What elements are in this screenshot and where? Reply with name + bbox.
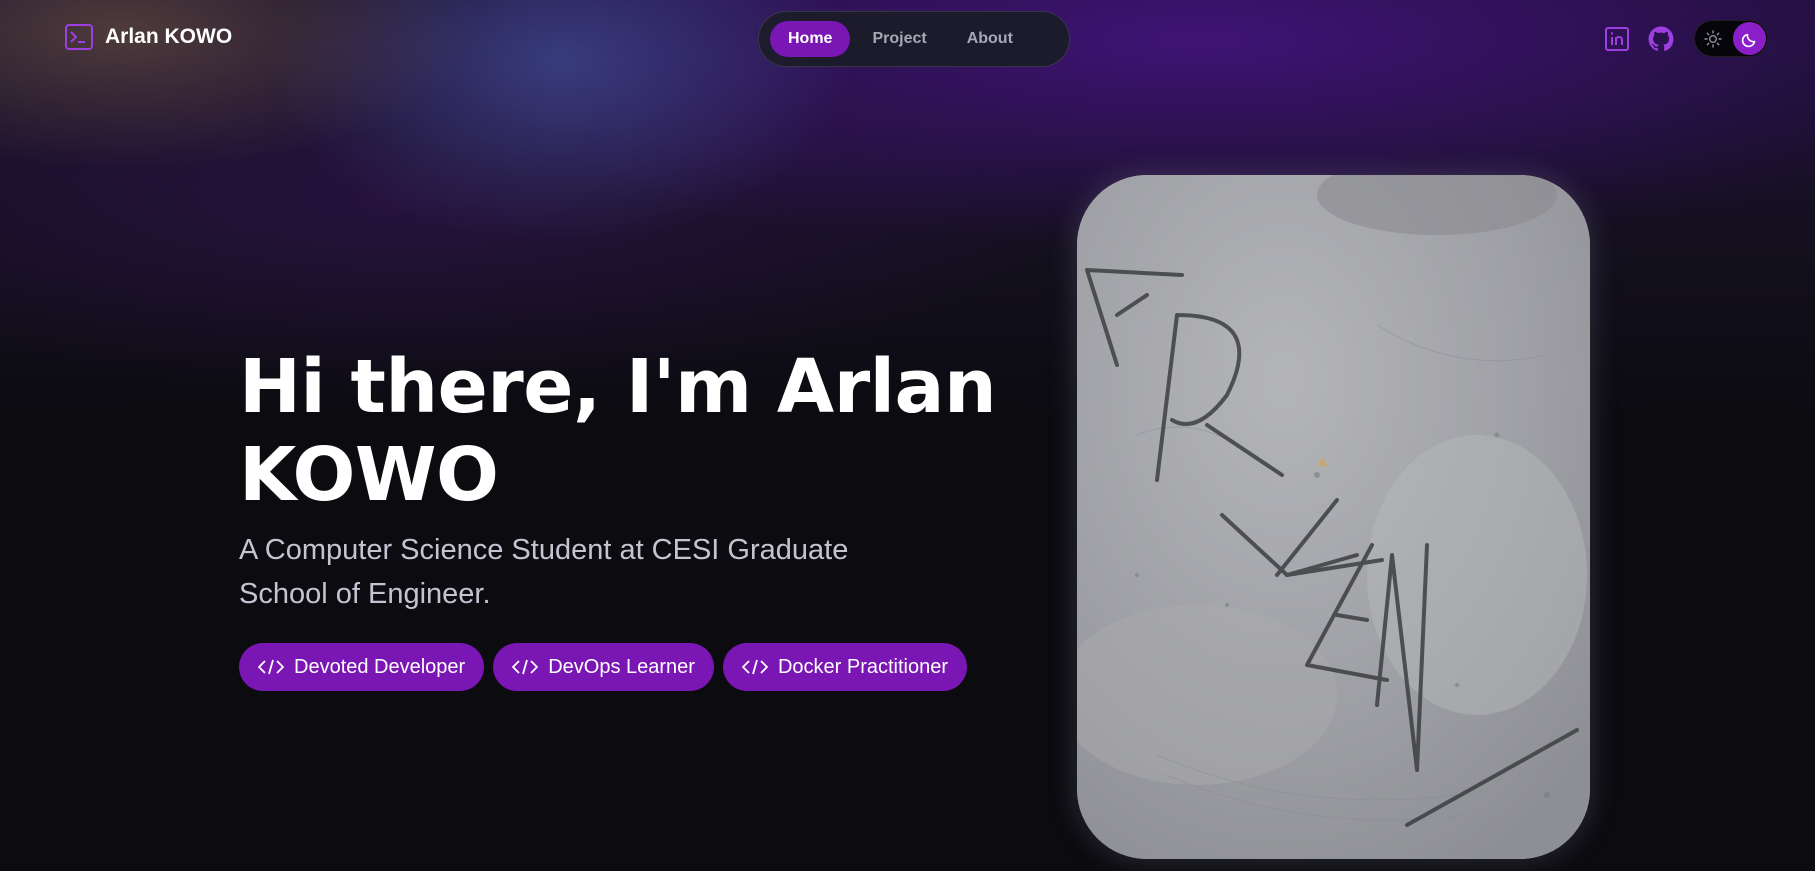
tag-label: Devoted Developer — [294, 655, 466, 678]
tag-devoted-developer: Devoted Developer — [239, 643, 485, 691]
skill-tags: Devoted Developer DevOps Learner Docker … — [239, 643, 968, 691]
page: Arlan KOWO Home Project About Hi there, … — [0, 0, 1815, 871]
tag-devops-learner: DevOps Learner — [493, 643, 714, 691]
hero-title: Hi there, I'm Arlan KOWO — [239, 344, 997, 518]
theme-toggle[interactable] — [1694, 20, 1768, 57]
code-icon — [742, 658, 768, 676]
tag-label: Docker Practitioner — [777, 655, 949, 678]
nav-about[interactable]: About — [949, 21, 1031, 57]
terminal-icon — [65, 24, 93, 50]
profile-photo — [1077, 175, 1590, 859]
code-icon — [258, 658, 284, 676]
hero-subtitle: A Computer Science Student at CESI Gradu… — [239, 534, 849, 610]
sun-icon[interactable] — [1704, 30, 1722, 52]
linkedin-icon[interactable] — [1604, 26, 1630, 52]
main-nav: Home Project About — [758, 11, 1070, 67]
moon-icon[interactable] — [1733, 22, 1766, 55]
nav-home[interactable]: Home — [770, 21, 851, 57]
brand-name: Arlan KOWO — [105, 25, 233, 48]
nav-project[interactable]: Project — [854, 21, 944, 57]
code-icon — [512, 658, 539, 676]
brand-link[interactable]: Arlan KOWO — [65, 24, 232, 50]
tag-docker-practitioner: Docker Practitioner — [722, 643, 968, 691]
github-icon[interactable] — [1648, 26, 1674, 52]
tag-label: DevOps Learner — [548, 655, 695, 678]
